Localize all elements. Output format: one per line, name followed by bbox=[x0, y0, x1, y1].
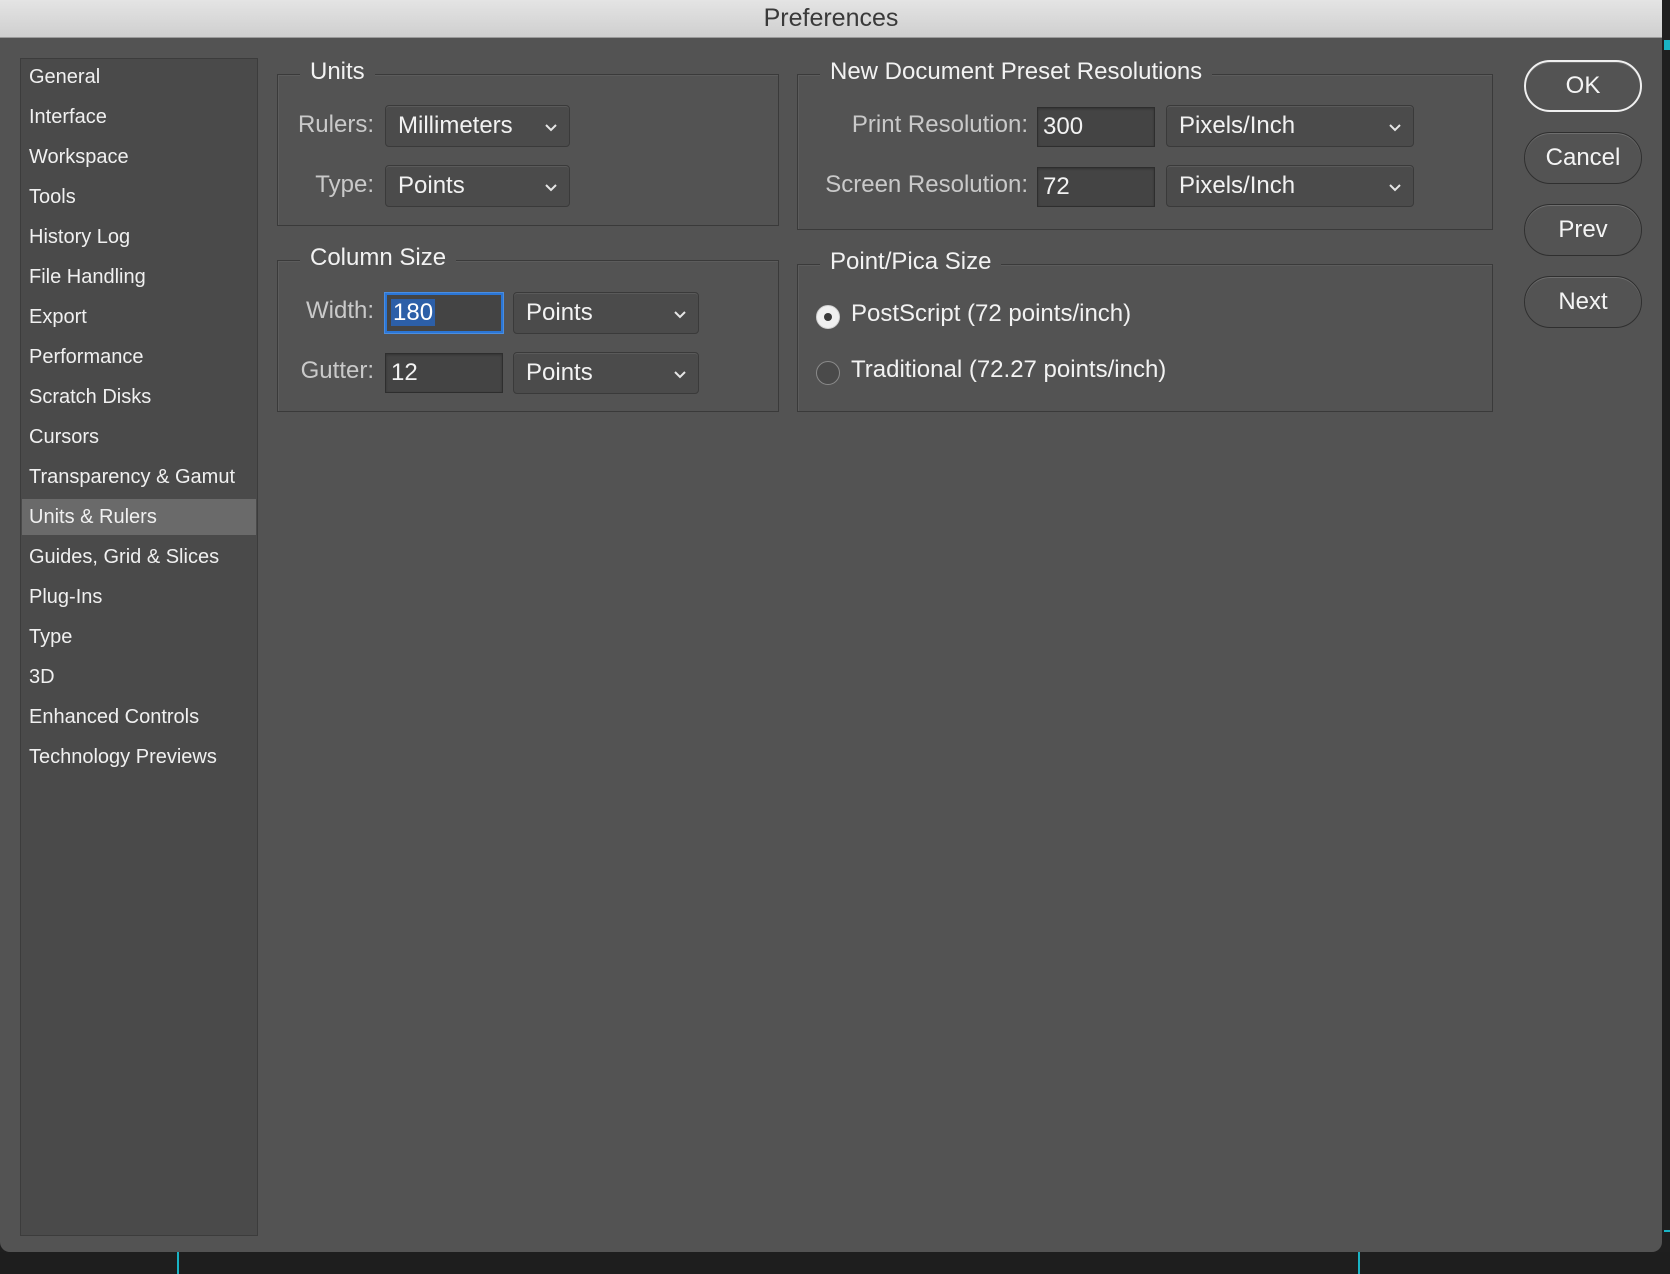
sidebar-item-history-log[interactable]: History Log bbox=[22, 219, 256, 255]
chevron-down-icon bbox=[545, 184, 557, 192]
postscript-radio[interactable] bbox=[816, 305, 840, 329]
print-resolution-label: Print Resolution: bbox=[851, 111, 1028, 138]
column-size-group-title: Column Size bbox=[300, 244, 457, 272]
sidebar-item-transparency-gamut[interactable]: Transparency & Gamut bbox=[22, 459, 256, 495]
sidebar-item-type[interactable]: Type bbox=[22, 619, 256, 655]
point-pica-title: Point/Pica Size bbox=[820, 248, 1002, 276]
width-label: Width: bbox=[305, 297, 374, 324]
column-width-field[interactable]: 180 bbox=[385, 293, 503, 333]
rulers-unit-select[interactable]: Millimeters bbox=[385, 105, 570, 147]
preferences-sidebar: General Interface Workspace Tools Histor… bbox=[20, 58, 258, 1236]
screen-resolution-field[interactable]: 72 bbox=[1037, 167, 1155, 207]
traditional-radio[interactable] bbox=[816, 361, 840, 385]
traditional-label: Traditional (72.27 points/inch) bbox=[851, 356, 1167, 383]
sidebar-item-workspace[interactable]: Workspace bbox=[22, 139, 256, 175]
traditional-option[interactable]: Traditional (72.27 points/inch) bbox=[816, 356, 1236, 388]
ok-button[interactable]: OK bbox=[1524, 60, 1642, 112]
guide-line bbox=[1664, 1230, 1670, 1232]
window-title: Preferences bbox=[0, 0, 1662, 38]
gutter-field[interactable]: 12 bbox=[385, 353, 503, 393]
print-resolution-unit-value: Pixels/Inch bbox=[1179, 112, 1296, 139]
screen-resolution-label: Screen Resolution: bbox=[825, 171, 1028, 198]
guide-line bbox=[1664, 40, 1670, 50]
sidebar-item-file-handling[interactable]: File Handling bbox=[22, 259, 256, 295]
sidebar-item-performance[interactable]: Performance bbox=[22, 339, 256, 375]
sidebar-item-guides-grid-slices[interactable]: Guides, Grid & Slices bbox=[22, 539, 256, 575]
chevron-down-icon bbox=[1389, 124, 1401, 132]
guide-line bbox=[177, 1252, 179, 1274]
units-group-title: Units bbox=[300, 58, 375, 86]
postscript-label: PostScript (72 points/inch) bbox=[851, 300, 1132, 327]
sidebar-item-plug-ins[interactable]: Plug-Ins bbox=[22, 579, 256, 615]
sidebar-item-3d[interactable]: 3D bbox=[22, 659, 256, 695]
sidebar-item-units-rulers[interactable]: Units & Rulers bbox=[22, 499, 256, 535]
sidebar-item-scratch-disks[interactable]: Scratch Disks bbox=[22, 379, 256, 415]
chevron-down-icon bbox=[674, 311, 686, 319]
print-resolution-field[interactable]: 300 bbox=[1037, 107, 1155, 147]
prev-button[interactable]: Prev bbox=[1524, 204, 1642, 256]
sidebar-item-tools[interactable]: Tools bbox=[22, 179, 256, 215]
gutter-unit-select[interactable]: Points bbox=[513, 352, 699, 394]
sidebar-item-enhanced-controls[interactable]: Enhanced Controls bbox=[22, 699, 256, 735]
postscript-option[interactable]: PostScript (72 points/inch) bbox=[816, 300, 1236, 332]
gutter-label: Gutter: bbox=[300, 357, 374, 384]
print-resolution-unit-select[interactable]: Pixels/Inch bbox=[1166, 105, 1414, 147]
sidebar-item-export[interactable]: Export bbox=[22, 299, 256, 335]
background-canvas bbox=[0, 1252, 1670, 1274]
rulers-unit-value: Millimeters bbox=[398, 112, 513, 139]
preferences-dialog: Preferences General Interface Workspace … bbox=[0, 0, 1662, 1252]
sidebar-item-general[interactable]: General bbox=[22, 59, 256, 95]
screen-resolution-unit-value: Pixels/Inch bbox=[1179, 172, 1296, 199]
column-width-value: 180 bbox=[391, 299, 436, 326]
sidebar-item-technology-previews[interactable]: Technology Previews bbox=[22, 739, 256, 775]
screen-resolution-unit-select[interactable]: Pixels/Inch bbox=[1166, 165, 1414, 207]
type-unit-value: Points bbox=[398, 172, 465, 199]
type-label: Type: bbox=[315, 171, 374, 198]
cancel-button[interactable]: Cancel bbox=[1524, 132, 1642, 184]
next-button[interactable]: Next bbox=[1524, 276, 1642, 328]
point-pica-group: Point/Pica Size bbox=[797, 248, 1493, 412]
chevron-down-icon bbox=[1389, 184, 1401, 192]
guide-line bbox=[1358, 1252, 1360, 1274]
rulers-label: Rulers: bbox=[297, 111, 374, 138]
gutter-unit-value: Points bbox=[526, 359, 593, 386]
column-width-unit-value: Points bbox=[526, 299, 593, 326]
column-width-unit-select[interactable]: Points bbox=[513, 292, 699, 334]
new-doc-resolutions-title: New Document Preset Resolutions bbox=[820, 58, 1213, 86]
sidebar-item-cursors[interactable]: Cursors bbox=[22, 419, 256, 455]
chevron-down-icon bbox=[545, 124, 557, 132]
type-unit-select[interactable]: Points bbox=[385, 165, 570, 207]
chevron-down-icon bbox=[674, 371, 686, 379]
sidebar-item-interface[interactable]: Interface bbox=[22, 99, 256, 135]
